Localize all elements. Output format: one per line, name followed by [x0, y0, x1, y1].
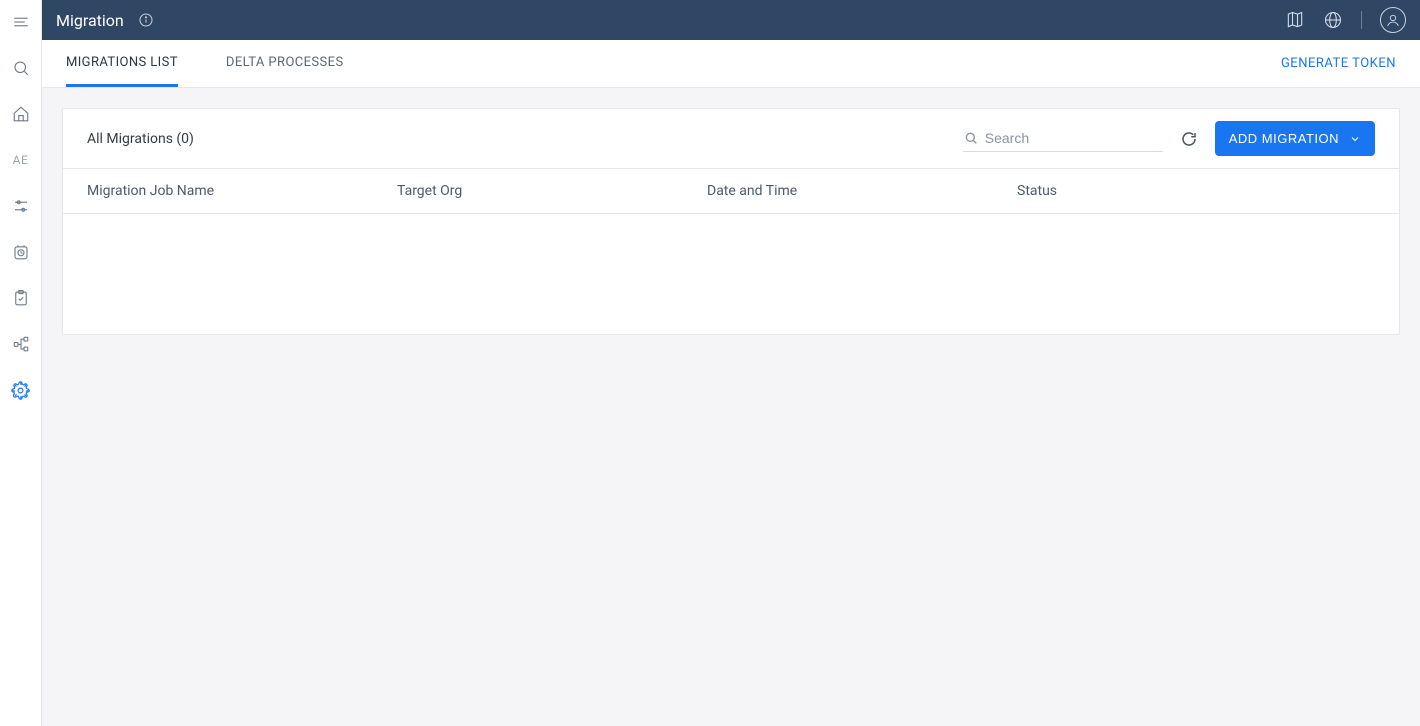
col-header-job-name: Migration Job Name: [87, 183, 397, 199]
generate-token-label: GENERATE TOKEN: [1281, 56, 1396, 71]
settings-gear-icon[interactable]: [11, 380, 31, 400]
home-icon[interactable]: [11, 104, 31, 124]
map-icon[interactable]: [1285, 10, 1305, 30]
refresh-button[interactable]: [1179, 129, 1199, 149]
content-area: All Migrations (0) ADD MIGRATION Mig: [42, 88, 1420, 726]
migrations-panel: All Migrations (0) ADD MIGRATION Mig: [62, 108, 1400, 335]
tab-label: DELTA PROCESSES: [226, 55, 344, 70]
tab-label: MIGRATIONS LIST: [66, 55, 178, 70]
add-migration-button[interactable]: ADD MIGRATION: [1215, 121, 1375, 156]
user-avatar-icon[interactable]: [1380, 7, 1406, 33]
add-migration-label: ADD MIGRATION: [1229, 131, 1339, 146]
info-icon[interactable]: [138, 12, 154, 28]
tab-bar: MIGRATIONS LIST DELTA PROCESSES GENERATE…: [42, 40, 1420, 88]
org-tree-icon[interactable]: [11, 334, 31, 354]
clipboard-check-icon[interactable]: [11, 288, 31, 308]
menu-toggle-icon[interactable]: [11, 12, 31, 32]
main: Migration MIGRATIONS LIST DELTA PROCESSE…: [42, 0, 1420, 726]
table-header-row: Migration Job Name Target Org Date and T…: [63, 169, 1399, 214]
ae-icon[interactable]: AE: [11, 150, 31, 170]
search-field[interactable]: [963, 125, 1163, 152]
ae-label: AE: [13, 153, 29, 167]
tab-delta-processes[interactable]: DELTA PROCESSES: [226, 40, 344, 87]
panel-title: All Migrations (0): [87, 131, 194, 147]
separator: [1361, 11, 1362, 29]
col-header-target-org: Target Org: [397, 183, 707, 199]
col-header-status: Status: [1017, 183, 1375, 199]
topbar: Migration: [42, 0, 1420, 40]
tab-migrations-list[interactable]: MIGRATIONS LIST: [66, 40, 178, 87]
chevron-down-icon: [1349, 133, 1361, 145]
sliders-icon[interactable]: [11, 196, 31, 216]
clock-icon[interactable]: [11, 242, 31, 262]
panel-header: All Migrations (0) ADD MIGRATION: [63, 109, 1399, 169]
globe-icon[interactable]: [1323, 10, 1343, 30]
table-body-empty: [63, 214, 1399, 334]
search-icon[interactable]: [11, 58, 31, 78]
topbar-right: [1285, 7, 1406, 33]
page-title: Migration: [56, 11, 124, 30]
sidebar: AE: [0, 0, 42, 726]
generate-token-link[interactable]: GENERATE TOKEN: [1281, 40, 1396, 87]
col-header-date-time: Date and Time: [707, 183, 1017, 199]
search-icon: [963, 129, 979, 147]
search-input[interactable]: [985, 130, 1163, 146]
